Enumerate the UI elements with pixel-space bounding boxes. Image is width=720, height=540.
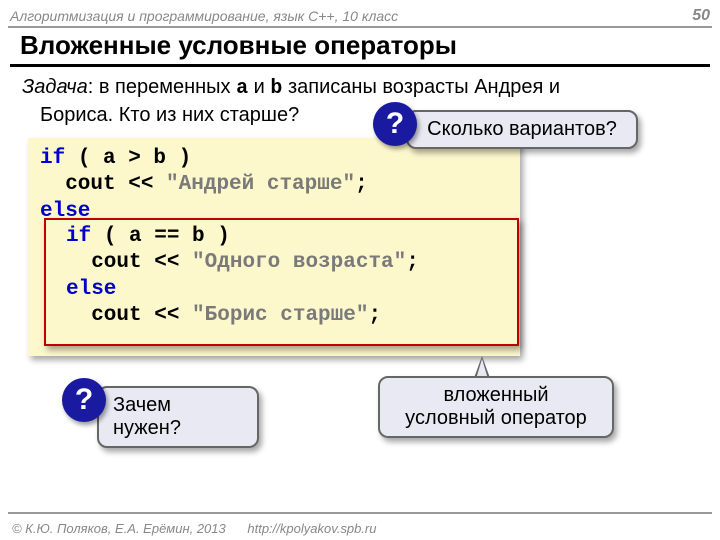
page-number: 50 <box>692 7 710 25</box>
callout-nested: вложенный условный оператор <box>378 376 614 438</box>
question-mark-icon: ? <box>373 102 417 146</box>
callout-variants: Сколько вариантов? <box>406 110 638 149</box>
question-mark-icon: ? <box>62 378 106 422</box>
task-label: Задача <box>22 76 88 98</box>
course-label: Алгоритмизация и программирование, язык … <box>10 8 398 24</box>
footer-line <box>8 512 712 514</box>
page-title: Вложенные условные операторы <box>20 30 457 61</box>
footer: © К.Ю. Поляков, Е.А. Ерёмин, 2013 http:/… <box>12 521 376 536</box>
code-block-inner: if ( a == b ) cout << "Одного возраста";… <box>44 218 519 346</box>
header-underline <box>8 26 712 28</box>
callout-why: Зачем нужен? <box>97 386 259 448</box>
copyright: © К.Ю. Поляков, Е.А. Ерёмин, 2013 <box>12 521 226 536</box>
footer-url: http://kpolyakov.spb.ru <box>247 521 376 536</box>
callout-tail <box>474 356 490 378</box>
header-bar: Алгоритмизация и программирование, язык … <box>0 0 720 28</box>
title-underline <box>10 64 710 67</box>
